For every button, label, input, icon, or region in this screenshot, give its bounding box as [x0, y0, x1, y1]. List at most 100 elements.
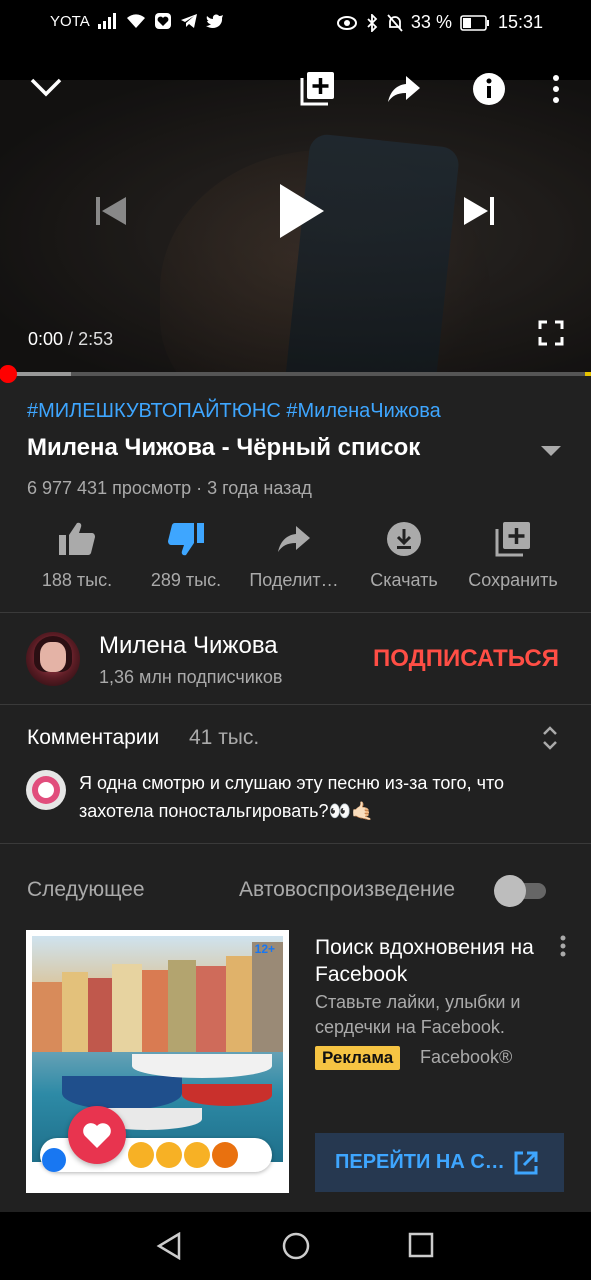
wow-emoji-icon	[156, 1142, 182, 1168]
haha-emoji-icon	[128, 1142, 154, 1168]
previous-button[interactable]	[94, 194, 128, 228]
ad-more-button[interactable]	[557, 934, 569, 963]
unfold-icon	[543, 726, 557, 750]
download-button[interactable]: Скачать	[349, 518, 459, 591]
mute-bell-icon	[387, 13, 403, 32]
autoplay-label: Автовоспроизведение	[239, 878, 456, 901]
commenter-avatar	[26, 770, 66, 810]
add-to-playlist-button[interactable]	[300, 70, 336, 106]
more-vertical-icon	[560, 935, 566, 957]
video-meta: 6 977 431 просмотр · 3 года назад	[27, 478, 312, 498]
chevron-down-icon	[30, 78, 62, 97]
divider	[0, 612, 591, 613]
share-button[interactable]: Поделит…	[239, 518, 349, 591]
twitter-icon	[205, 13, 224, 29]
eye-icon	[336, 15, 357, 30]
info-button[interactable]	[472, 72, 506, 106]
share-overlay-button[interactable]	[386, 74, 422, 104]
info-icon	[473, 73, 505, 105]
wifi-icon	[126, 13, 146, 29]
ad-description: Ставьте лайки, улыбки и сердечки на Face…	[315, 992, 521, 1037]
autoplay-toggle[interactable]	[494, 875, 546, 907]
dropdown-arrow-icon	[541, 446, 561, 456]
video-player[interactable]: 0:00 / 2:53	[0, 46, 591, 376]
thumb-up-icon	[59, 522, 95, 555]
save-playlist-icon	[495, 522, 530, 557]
like-reaction-icon	[42, 1148, 66, 1172]
recents-button[interactable]	[408, 1232, 434, 1263]
ad-advertiser: Facebook®	[420, 1047, 513, 1067]
age-rating-badge: 12+	[254, 942, 275, 956]
next-button[interactable]	[462, 194, 496, 228]
save-button[interactable]: Сохранить	[458, 518, 568, 591]
ad-cta-label: ПЕРЕЙТИ НА С…	[335, 1151, 505, 1173]
like-count: 188 тыс.	[41, 570, 113, 590]
skip-previous-icon	[96, 197, 126, 225]
subscriber-count: 1,36 млн подписчиков	[99, 667, 283, 687]
system-nav-bar	[0, 1212, 591, 1280]
channel-avatar[interactable]	[26, 632, 80, 686]
bluetooth-icon	[365, 13, 379, 32]
play-button[interactable]	[274, 182, 328, 240]
ad-title[interactable]: Поиск вдохновения на Facebook	[315, 934, 545, 988]
like-button[interactable]: 188 тыс.	[22, 518, 132, 591]
add-playlist-icon	[300, 72, 334, 106]
channel-name[interactable]: Милена Чижова	[99, 632, 278, 660]
status-bar: YOTA 33 % 15:31	[0, 0, 591, 46]
minimize-button[interactable]	[26, 72, 66, 102]
divider	[0, 704, 591, 705]
sad-emoji-icon	[184, 1142, 210, 1168]
seek-handle[interactable]	[0, 365, 17, 383]
heart-app-icon	[154, 12, 172, 30]
home-button[interactable]	[282, 1232, 310, 1265]
time-separator: /	[63, 329, 79, 349]
ad-cta-button[interactable]: ПЕРЕЙТИ НА С…	[315, 1133, 564, 1192]
fullscreen-icon	[538, 320, 564, 346]
play-icon	[280, 184, 324, 238]
angry-emoji-icon	[212, 1142, 238, 1168]
recents-square-icon	[408, 1232, 434, 1258]
up-next-label: Следующее	[27, 878, 145, 901]
download-label: Скачать	[370, 570, 438, 590]
ad-label-badge: Реклама	[315, 1046, 401, 1070]
clock: 15:31	[497, 12, 543, 32]
seek-bar[interactable]	[0, 365, 591, 383]
current-time: 0:00	[28, 329, 64, 349]
open-external-icon	[514, 1151, 538, 1174]
comments-title: Комментарии	[27, 726, 160, 749]
share-label: Поделит…	[249, 570, 339, 590]
more-vertical-icon	[553, 75, 559, 103]
action-bar: 188 тыс. 289 тыс. Поделит… Скачать Сохра…	[0, 518, 591, 598]
progress-end-marker	[585, 372, 591, 376]
battery-percent: 33 %	[410, 12, 452, 32]
share-icon	[388, 76, 420, 102]
video-hashtags[interactable]: #МИЛЕШКУВТОПАЙТЮНС #МиленаЧижова	[27, 400, 441, 423]
thumb-down-icon	[168, 523, 204, 556]
comments-count: 41 тыс.	[189, 726, 260, 749]
expand-description-button[interactable]	[540, 444, 562, 462]
top-comment: Я одна смотрю и слушаю эту песню из-за т…	[79, 773, 504, 821]
skip-next-icon	[464, 197, 494, 225]
telegram-icon	[180, 13, 198, 29]
share-icon	[278, 526, 310, 552]
save-label: Сохранить	[468, 570, 558, 590]
ad-thumbnail[interactable]: 12+	[26, 930, 289, 1193]
duration: 2:53	[78, 329, 114, 349]
carrier-label: YOTA	[50, 12, 90, 30]
more-options-button[interactable]	[550, 72, 562, 106]
fullscreen-button[interactable]	[538, 320, 564, 346]
video-title: Милена Чижова - Чёрный список	[27, 434, 421, 461]
back-button[interactable]	[156, 1231, 182, 1265]
subscribe-button[interactable]: ПОДПИСАТЬСЯ	[373, 645, 559, 673]
signal-icon	[97, 13, 118, 29]
dislike-count: 289 тыс.	[150, 570, 222, 590]
heart-reaction-icon	[68, 1106, 126, 1164]
home-circle-icon	[282, 1232, 310, 1260]
download-icon	[387, 522, 421, 556]
back-triangle-icon	[156, 1231, 181, 1261]
battery-icon	[460, 14, 490, 31]
time-display: 0:00 / 2:53	[28, 329, 113, 350]
dislike-button[interactable]: 289 тыс.	[131, 518, 241, 591]
divider	[0, 843, 591, 844]
comments-expand-button[interactable]	[538, 724, 562, 757]
